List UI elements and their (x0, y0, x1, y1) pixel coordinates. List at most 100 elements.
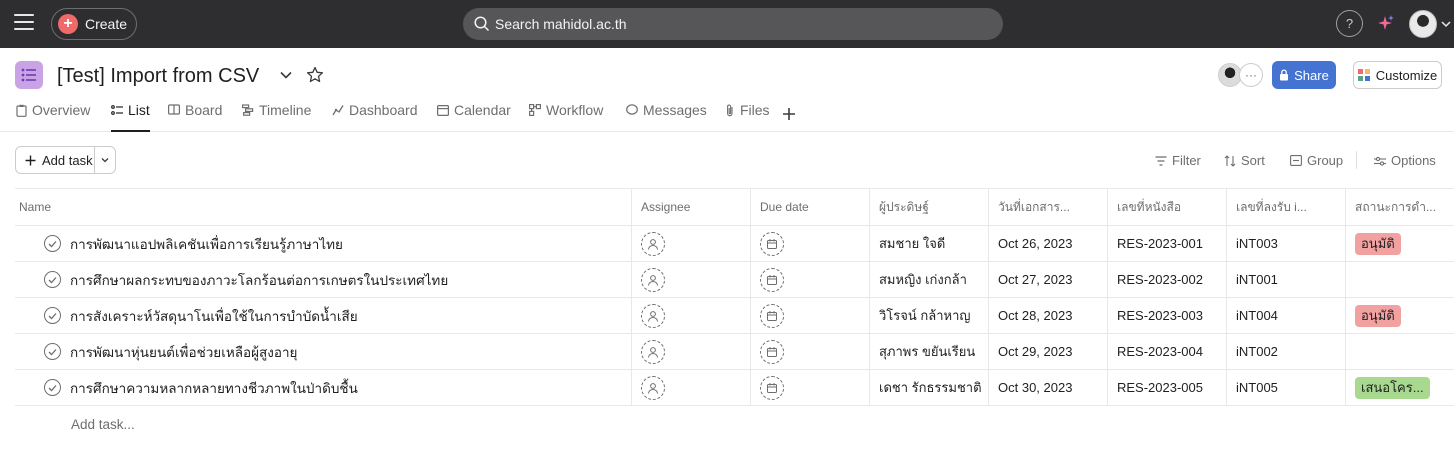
due-date-cell[interactable] (750, 262, 869, 297)
task-name-cell[interactable]: การศึกษาความหลากหลายทางชีวภาพในป่าดิบชื้… (15, 370, 631, 405)
assignee-cell[interactable] (631, 334, 750, 369)
receive-number-cell[interactable]: iNT001 (1226, 262, 1345, 297)
status-cell[interactable]: เสนอโคร... (1345, 370, 1454, 405)
add-task-inline[interactable]: Add task... (71, 417, 135, 432)
receive-number-cell[interactable]: iNT003 (1226, 226, 1345, 261)
chevron-down-icon[interactable] (279, 68, 293, 82)
task-name[interactable]: การศึกษาความหลากหลายทางชีวภาพในป่าดิบชื้… (70, 377, 358, 399)
ai-sparkle-icon[interactable] (1376, 14, 1396, 34)
inventor-cell[interactable]: สมชาย ใจดี (869, 226, 988, 261)
tab-workflow[interactable]: Workflow (529, 102, 603, 132)
due-date-cell[interactable] (750, 334, 869, 369)
assignee-placeholder-icon[interactable] (641, 339, 665, 364)
complete-checkbox-icon[interactable] (44, 379, 61, 396)
filter-button[interactable]: Filter (1155, 153, 1201, 168)
assignee-placeholder-icon[interactable] (641, 375, 665, 400)
customize-button[interactable]: Customize (1353, 61, 1442, 89)
tab-overview[interactable]: Overview (16, 102, 90, 132)
share-button[interactable]: Share (1272, 61, 1336, 89)
chevron-down-icon[interactable] (1441, 19, 1451, 29)
receive-number-cell[interactable]: iNT004 (1226, 298, 1345, 333)
inventor-cell[interactable]: วิโรจน์ กล้าหาญ (869, 298, 988, 333)
help-button[interactable]: ? (1336, 10, 1363, 37)
calendar-placeholder-icon[interactable] (760, 375, 784, 400)
tab-list[interactable]: List (111, 102, 150, 132)
due-date-cell[interactable] (750, 370, 869, 405)
document-date-cell[interactable]: Oct 30, 2023 (988, 370, 1107, 405)
assignee-cell[interactable] (631, 298, 750, 333)
tab-calendar[interactable]: Calendar (437, 102, 511, 132)
column-header-due-date[interactable]: Due date (750, 189, 869, 225)
book-number-cell[interactable]: RES-2023-003 (1107, 298, 1226, 333)
column-header-assignee[interactable]: Assignee (631, 189, 750, 225)
search-input[interactable]: Search mahidol.ac.th (463, 8, 1003, 40)
tab-messages[interactable]: Messages (626, 102, 707, 132)
complete-checkbox-icon[interactable] (44, 235, 61, 252)
assignee-cell[interactable] (631, 226, 750, 261)
add-task-main[interactable]: Add task (16, 147, 95, 173)
inventor-cell[interactable]: เดชา รักธรรมชาติ (869, 370, 988, 405)
assignee-placeholder-icon[interactable] (641, 267, 665, 292)
column-header-name[interactable]: Name (15, 189, 631, 225)
task-name-cell[interactable]: การสังเคราะห์วัสดุนาโนเพื่อใช้ในการบำบัด… (15, 298, 631, 333)
status-cell[interactable]: อนุมัติ (1345, 298, 1454, 333)
due-date-cell[interactable] (750, 226, 869, 261)
document-date-cell[interactable]: Oct 28, 2023 (988, 298, 1107, 333)
status-cell[interactable]: อนุมัติ (1345, 226, 1454, 261)
tab-board[interactable]: Board (168, 102, 222, 132)
calendar-placeholder-icon[interactable] (760, 267, 784, 292)
table-row[interactable]: การศึกษาความหลากหลายทางชีวภาพในป่าดิบชื้… (15, 370, 1454, 406)
receive-number-cell[interactable]: iNT005 (1226, 370, 1345, 405)
column-header-inventor[interactable]: ผู้ประดิษฐ์ (869, 189, 988, 225)
column-header-receive-number[interactable]: เลขที่ลงรับ i... (1226, 189, 1345, 225)
calendar-placeholder-icon[interactable] (760, 339, 784, 364)
inventor-cell[interactable]: สุภาพร ขยันเรียน (869, 334, 988, 369)
task-name[interactable]: การสังเคราะห์วัสดุนาโนเพื่อใช้ในการบำบัด… (70, 305, 358, 327)
task-name-cell[interactable]: การศึกษาผลกระทบของภาวะโลกร้อนต่อการเกษตร… (15, 262, 631, 297)
column-header-document-date[interactable]: วันที่เอกสาร... (988, 189, 1107, 225)
table-row[interactable]: การพัฒนาแอปพลิเคชันเพื่อการเรียนรู้ภาษาไ… (15, 226, 1454, 262)
tab-dashboard[interactable]: Dashboard (332, 102, 418, 132)
task-name[interactable]: การศึกษาผลกระทบของภาวะโลกร้อนต่อการเกษตร… (70, 269, 448, 291)
document-date-cell[interactable]: Oct 26, 2023 (988, 226, 1107, 261)
add-task-dropdown[interactable] (95, 155, 115, 165)
add-tab-button[interactable] (782, 104, 796, 127)
create-button[interactable]: + Create (51, 8, 137, 40)
task-name[interactable]: การพัฒนาแอปพลิเคชันเพื่อการเรียนรู้ภาษาไ… (70, 233, 343, 255)
assignee-cell[interactable] (631, 262, 750, 297)
assignee-cell[interactable] (631, 370, 750, 405)
status-cell[interactable] (1345, 262, 1454, 297)
group-button[interactable]: Group (1290, 153, 1343, 168)
table-row[interactable]: การสังเคราะห์วัสดุนาโนเพื่อใช้ในการบำบัด… (15, 298, 1454, 334)
calendar-placeholder-icon[interactable] (760, 231, 784, 256)
add-task-button[interactable]: Add task (15, 146, 116, 174)
table-row[interactable]: การพัฒนาหุ่นยนต์เพื่อช่วยเหลือผู้สูงอายุ… (15, 334, 1454, 370)
table-row[interactable]: การศึกษาผลกระทบของภาวะโลกร้อนต่อการเกษตร… (15, 262, 1454, 298)
book-number-cell[interactable]: RES-2023-001 (1107, 226, 1226, 261)
complete-checkbox-icon[interactable] (44, 271, 61, 288)
due-date-cell[interactable] (750, 298, 869, 333)
document-date-cell[interactable]: Oct 27, 2023 (988, 262, 1107, 297)
sort-button[interactable]: Sort (1224, 153, 1265, 168)
column-header-status[interactable]: สถานะการดำ... (1345, 189, 1454, 225)
column-header-book-number[interactable]: เลขที่หนังสือ (1107, 189, 1226, 225)
complete-checkbox-icon[interactable] (44, 307, 61, 324)
task-name-cell[interactable]: การพัฒนาแอปพลิเคชันเพื่อการเรียนรู้ภาษาไ… (15, 226, 631, 261)
book-number-cell[interactable]: RES-2023-004 (1107, 334, 1226, 369)
page-title[interactable]: [Test] Import from CSV (57, 65, 259, 88)
tab-files[interactable]: Files (725, 102, 770, 132)
options-button[interactable]: Options (1374, 153, 1436, 168)
document-date-cell[interactable]: Oct 29, 2023 (988, 334, 1107, 369)
menu-icon[interactable] (14, 14, 34, 34)
tab-timeline[interactable]: Timeline (242, 102, 311, 132)
inventor-cell[interactable]: สมหญิง เก่งกล้า (869, 262, 988, 297)
status-cell[interactable] (1345, 334, 1454, 369)
assignee-placeholder-icon[interactable] (641, 231, 665, 256)
assignee-placeholder-icon[interactable] (641, 303, 665, 328)
book-number-cell[interactable]: RES-2023-002 (1107, 262, 1226, 297)
more-members-button[interactable]: ··· (1239, 63, 1263, 87)
star-icon[interactable] (306, 66, 324, 84)
task-name[interactable]: การพัฒนาหุ่นยนต์เพื่อช่วยเหลือผู้สูงอายุ (70, 341, 297, 363)
user-avatar[interactable] (1409, 10, 1437, 38)
task-name-cell[interactable]: การพัฒนาหุ่นยนต์เพื่อช่วยเหลือผู้สูงอายุ (15, 334, 631, 369)
